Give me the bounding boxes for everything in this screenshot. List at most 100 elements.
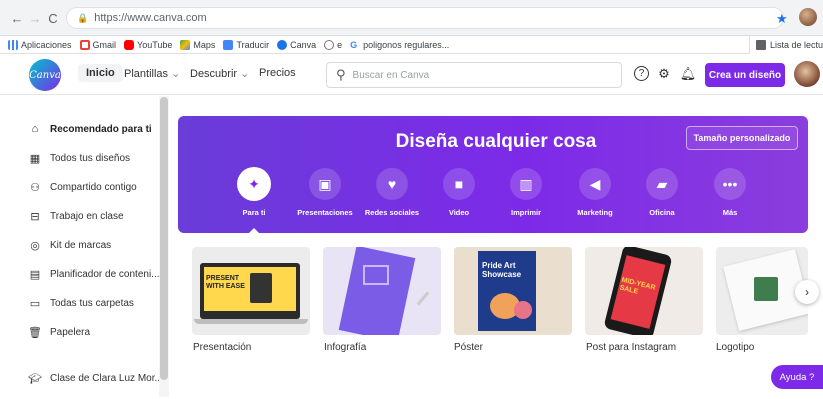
sidebar-scrollbar-thumb[interactable] [160,97,168,380]
reading-list-label: Lista de lectu [769,40,823,50]
maps-icon [180,39,191,50]
address-bar[interactable]: 🔒 https://www.canva.com [66,7,784,29]
sidebar: ⌂ Recomendado para ti ▦ Todos tus diseños … [0,96,172,399]
nav-label: Plantillas [124,68,169,80]
calendar-icon: ▤ [29,268,41,281]
app-header: Canva Inicio Plantillas ⌄ Descubrir ⌄ Pr… [0,55,823,95]
book-icon [363,265,389,285]
category-para-ti[interactable]: ✦ Para ti [220,167,288,233]
bookmark-canva[interactable]: Canva [277,39,316,50]
sidebar-item-planificador[interactable]: ▤ Planificador de conteni... [28,264,160,284]
category-oficina[interactable]: ▰ Oficina [628,168,696,228]
sidebar-item-kit-marcas[interactable]: ◎ Kit de marcas [28,235,111,255]
video-icon: ■ [443,168,475,200]
bookmark-maps[interactable]: Maps [180,39,215,50]
graduation-cap-icon: 🎓︎ [28,372,42,385]
presentation-icon: ▣ [309,168,341,200]
category-label: Redes sociales [364,208,420,217]
help-icon[interactable]: ? [634,66,649,81]
sidebar-item-trabajo-clase[interactable]: ⊟ Trabajo en clase [28,206,124,226]
card-label-infografia[interactable]: Infografía [324,342,366,353]
back-icon[interactable]: ← [8,9,26,27]
bookmark-label: Gmail [92,39,117,50]
bookmark-poligonos[interactable]: Gpoligonos regulares... [350,39,450,50]
category-label: Presentaciones [297,208,353,217]
category-redes-sociales[interactable]: ♥ Redes sociales [358,168,426,228]
card-label-presentacion[interactable]: Presentación [193,342,251,353]
category-mas[interactable]: ••• Más [696,168,764,228]
people-icon: ⚇ [30,181,40,194]
sidebar-item-label: Kit de marcas [50,239,112,251]
carousel-next-button[interactable]: › [795,280,819,304]
chevron-right-icon: › [805,285,809,299]
avatar[interactable] [794,61,820,87]
pen-icon [416,291,430,306]
sidebar-item-label: Clase de Clara Luz Mor... [50,372,163,384]
search-icon: ⚲ [336,67,346,82]
poster-shape [514,301,532,319]
card-label-post-instagram[interactable]: Post para Instagram [586,342,676,353]
sidebar-item-label: Trabajo en clase [50,210,124,222]
bookmark-label: YouTube [137,39,173,50]
reading-list[interactable]: Lista de lectu [748,36,823,54]
category-imprimir[interactable]: ▥ Imprimir [492,168,560,228]
search-placeholder: Buscar en Canva [352,69,430,81]
sidebar-item-label: Compartido contigo [50,181,137,193]
sidebar-item-clase-team[interactable]: 🎓︎ Clase de Clara Luz Mor... [28,368,163,388]
bell-icon[interactable]: 🔔︎ [680,66,697,82]
browser-profile-icon[interactable] [799,8,817,26]
bookmark-youtube[interactable]: YouTube [124,39,173,50]
forward-icon[interactable]: → [26,9,44,27]
design-anything-banner: Diseña cualquier cosa Tamaño personaliza… [178,116,808,233]
card-label-poster[interactable]: Póster [454,342,483,353]
bookmark-translate[interactable]: Traducir [223,39,269,50]
selected-indicator [248,228,260,233]
trash-icon: 🗑︎ [28,326,42,339]
reload-icon[interactable]: C [44,9,62,27]
nav-inicio[interactable]: Inicio [78,64,123,82]
thumb-text: PRESENT WITH EASE [206,275,245,290]
create-design-button[interactable]: Crea un diseño [705,63,785,87]
bookmark-gmail[interactable]: Gmail [79,39,117,50]
card-presentacion[interactable]: PRESENT WITH EASE [192,247,310,335]
sidebar-item-todos-disenos[interactable]: ▦ Todos tus diseños [28,148,130,168]
bookmark-label: poligonos regulares... [363,39,450,50]
reading-list-icon [755,40,766,50]
canva-logo[interactable]: Canva [29,59,61,91]
card-poster[interactable]: Pride Art Showcase [454,247,572,335]
bookmark-star-icon[interactable]: ★ [776,11,788,27]
home-icon: ⌂ [31,123,39,135]
class-icon: ⊟ [30,210,40,223]
sidebar-item-carpetas[interactable]: ▭ Todas tus carpetas [28,293,134,313]
lock-icon: 🔒 [77,12,89,23]
settings-icon[interactable]: ⚙ [656,66,672,82]
grid-icon: ▦ [29,152,41,165]
sidebar-item-recomendado[interactable]: ⌂ Recomendado para ti [28,119,152,139]
card-post-instagram[interactable]: MID-YEAR SALE [585,247,703,335]
laptop-base [194,319,308,324]
custom-size-button[interactable]: Tamaño personalizado [686,126,798,150]
logo-thumbnail [754,277,778,301]
search-input[interactable]: ⚲ Buscar en Canva [326,62,622,88]
nav-descubrir[interactable]: Descubrir ⌄ [190,67,249,80]
category-label: Marketing [577,208,613,217]
brand-icon: ◎ [30,239,40,252]
nav-plantillas[interactable]: Plantillas ⌄ [124,67,180,80]
folder-icon: ▭ [29,297,41,310]
url-text: https://www.canva.com [94,12,207,24]
help-button[interactable]: Ayuda ? [771,365,823,389]
category-presentaciones[interactable]: ▣ Presentaciones [291,168,359,228]
card-label-logotipo[interactable]: Logotipo [716,342,754,353]
category-video[interactable]: ■ Video [425,168,493,228]
nav-precios[interactable]: Precios [259,67,296,79]
bookmark-label: e [337,39,343,50]
category-marketing[interactable]: ◀ Marketing [561,168,629,228]
bookmark-e[interactable]: e [324,39,343,50]
sidebar-item-compartido[interactable]: ⚇ Compartido contigo [28,177,137,197]
sidebar-item-papelera[interactable]: 🗑︎ Papelera [28,322,90,342]
apps-grid-icon [8,39,18,50]
bookmark-apps[interactable]: Aplicaciones [8,39,72,50]
print-icon: ▥ [510,168,542,200]
gmail-icon [79,39,90,50]
card-infografia[interactable] [323,247,441,335]
